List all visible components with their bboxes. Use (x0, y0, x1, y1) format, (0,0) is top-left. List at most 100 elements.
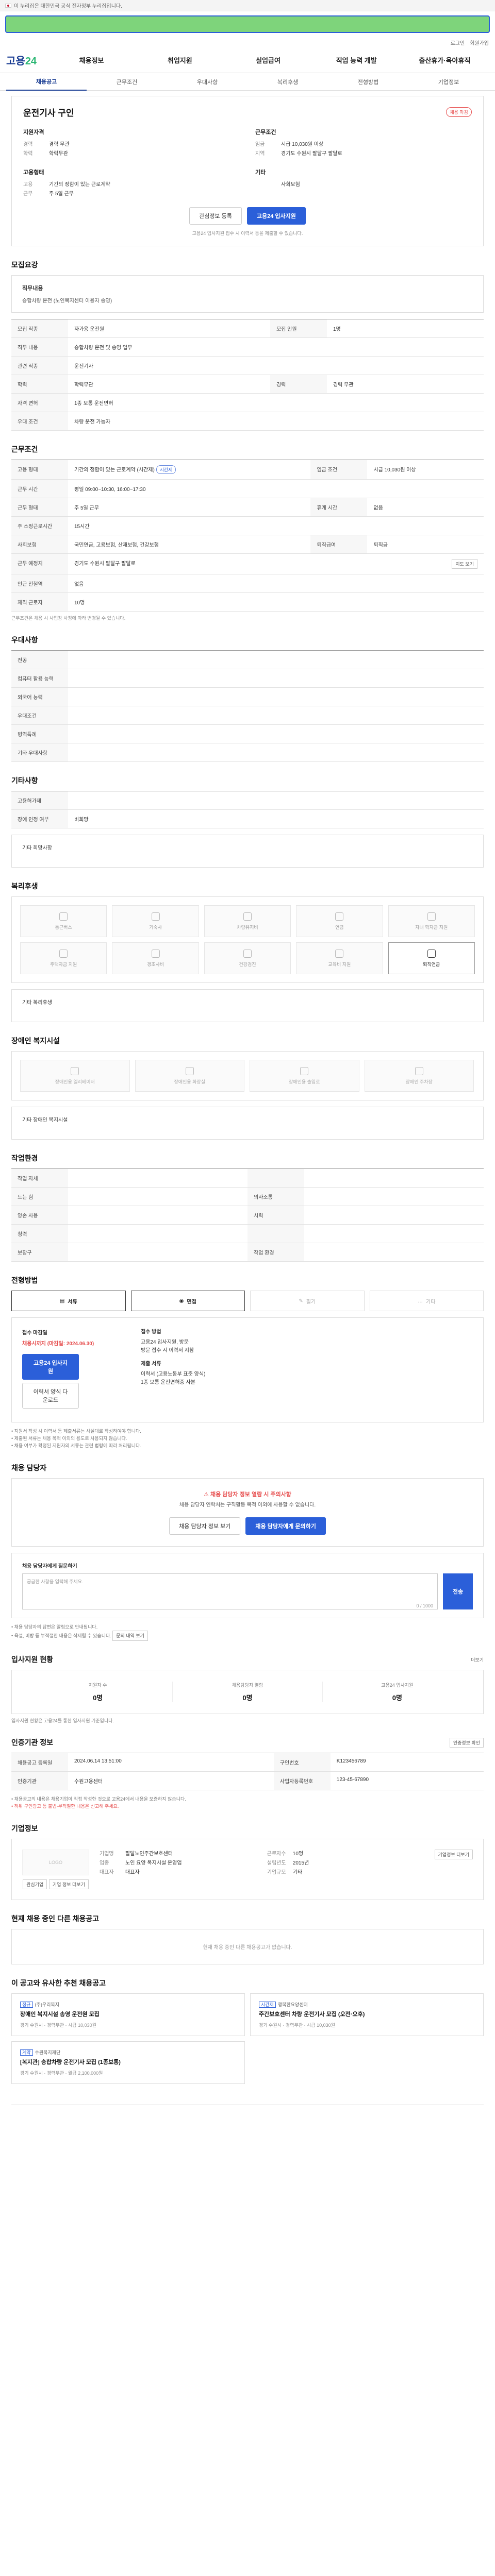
rec-tag: 계약 (20, 2049, 33, 2056)
kv-value: 주 5일 근무 (49, 191, 74, 197)
row-value: 123-45-67890 (330, 1771, 484, 1790)
rec-card[interactable]: 정규 (주)우리복지 장애인 복지시설 송영 운전원 모집 경기 수원시 · 경력… (11, 1993, 245, 2036)
tab-selection[interactable]: 전형방법 (328, 78, 408, 86)
rec-company: 계약 수원복지재단 (20, 2049, 236, 2056)
stat-label: 채용담당자 열람 (232, 1683, 263, 1688)
table-row: 고용 형태 기간의 정함이 있는 근로계약 (시간제) 시간제 임금 조건 시급 10… (11, 460, 484, 480)
row-value: 2024.06.14 13:51:00 (68, 1753, 274, 1772)
login-link[interactable]: 로그인 (451, 39, 465, 46)
gnb-leave[interactable]: 출산휴가·육아휴직 (401, 55, 489, 65)
row-key: 장애 인정 여부 (11, 809, 68, 828)
inquiry-placeholder: 궁금한 사항을 입력해 주세요. (27, 1579, 84, 1584)
company-detail-button[interactable]: 기업정보 더보기 (434, 1850, 473, 1859)
tab-welfare[interactable]: 복리후생 (248, 78, 328, 86)
contact-box: ⚠ 채용 담당자 정보 열람 시 주의사항 채용 담당자 연락처는 구직활동 목… (11, 1478, 484, 1547)
kv-key: 학력 (23, 151, 33, 157)
company-logo: LOGO (22, 1850, 89, 1875)
tab-conditions[interactable]: 근무조건 (87, 78, 167, 86)
row-key: 고용 형태 (11, 460, 68, 480)
company-more-button[interactable]: 기업 정보 더보기 (48, 1879, 89, 1889)
resume-download-button[interactable]: 이력서 양식 다운로드 (22, 1383, 79, 1409)
row-value (304, 1224, 484, 1243)
duties-box: 직무내용 승합차량 운전 (노인복지센터 이용자 송영) (11, 275, 484, 313)
car-icon (243, 912, 252, 921)
ramp-icon (300, 1066, 309, 1075)
cert-check-button[interactable]: 인증정보 확인 (449, 1737, 484, 1748)
etc-icon: … (418, 1298, 423, 1304)
table-row: 직무 내용 승합차량 운전 및 송영 업무 (11, 337, 484, 357)
kv-key: 기업명 (100, 1851, 114, 1857)
row-key: 임금 조건 (310, 460, 368, 480)
site-logo[interactable]: 고용24 (6, 53, 47, 67)
gnb-unemployment[interactable]: 실업급여 (224, 55, 312, 65)
tab-company[interactable]: 기업정보 (408, 78, 489, 86)
signup-link[interactable]: 회원가입 (470, 39, 489, 46)
kv-key: 대표자 (100, 1870, 114, 1875)
contact-view-button[interactable]: 채용 담당자 정보 보기 (169, 1517, 241, 1535)
disabled-grid: 장애인용 엘리베이터 장애인용 화장실 장애인용 출입로 장애인 주차장 (11, 1051, 484, 1100)
gnb-jobs[interactable]: 채용정보 (47, 55, 136, 65)
rec-meta: 경기 수원시 · 경력무관 · 시급 10,030원 (259, 2023, 335, 2028)
table-row: 장애 인정 여부 비희망 (11, 809, 484, 828)
rec-tag: 정규 (20, 2002, 33, 2008)
tab-preferences[interactable]: 우대사항 (167, 78, 248, 86)
table-row: 모집 직종 자가용 운전원 모집 인원 1명 (11, 319, 484, 338)
welfare-title: 복리후생 (11, 882, 38, 890)
disabled-item: 장애인용 엘리베이터 (20, 1060, 130, 1092)
stats-box: 지원자 수 0명 채용담당자 열람 0명 고용24 입사지원 0명 (11, 1670, 484, 1714)
row-key: 청력 (11, 1224, 68, 1243)
kv-value: 팔달노인주간보호센터 (125, 1851, 173, 1857)
other-table: 고용허가제 장애 인정 여부 비희망 (11, 791, 484, 828)
row-key: 병역특례 (11, 724, 68, 743)
tab-posting[interactable]: 채용공고 (6, 77, 87, 91)
row-value: 평일 09:00~10:30, 16:00~17:30 (68, 479, 484, 498)
duties-title: 모집요강 (11, 261, 38, 269)
meta-table: 채용공고 등록일 2024.06.14 13:51:00 구인번호 K12345678… (11, 1753, 484, 1790)
job-summary-card: 운전기사 구인 채용 마감 지원자격 경력 경력 무관 학력 학력무관 근무조건 임… (11, 96, 484, 246)
bullet: • 채용공고의 내용은 채용기업이 직접 작성한 것으로 고용24에서 내용을 … (11, 1797, 186, 1802)
gov-banner: 이 누리집은 대한민국 공식 전자정부 누리집입니다. (0, 0, 495, 11)
stat-number: 0명 (93, 1694, 103, 1702)
kv-key: 고용 (23, 182, 33, 188)
welfare-item-active: 퇴직연금 (388, 942, 475, 974)
stats-more-link[interactable]: 더보기 (471, 1656, 484, 1663)
rec-card[interactable]: 시간제 행복한요양센터 주간보호센터 차량 운전기사 모집 (오전·오후) 경기 … (250, 1993, 484, 2036)
row-value (304, 1243, 484, 1262)
rec-job-title: 장애인 복지시설 송영 운전원 모집 (20, 2011, 100, 2018)
row-key: 사회보험 (11, 535, 68, 554)
gnb-support[interactable]: 취업지원 (136, 55, 224, 65)
rec-meta: 경기 수원시 · 경력무관 · 시급 10,030원 (20, 2023, 96, 2028)
rec-card[interactable]: 계약 수원복지재단 [복지관] 승합차량 운전기사 모집 (1종보통) 경기 수원… (11, 2041, 245, 2084)
row-value (68, 687, 484, 706)
health-icon (243, 949, 252, 958)
inquiry-textarea[interactable]: 궁금한 사항을 입력해 주세요. 0 / 1000 (22, 1573, 438, 1609)
welfare-item: 통근버스 (20, 905, 107, 937)
send-button[interactable]: 전송 (443, 1573, 473, 1609)
welfare-label: 교육비 지원 (328, 961, 351, 967)
map-button[interactable]: 지도 보기 (452, 559, 477, 569)
contact-ask-button[interactable]: 채용 담당자에게 문의하기 (245, 1517, 326, 1535)
method-document: ▤ 서류 (11, 1291, 126, 1311)
welfare-label: 통근버스 (55, 924, 72, 930)
search-input[interactable] (5, 15, 490, 33)
bullet-text: 채용 담당자의 답변은 알림으로 안내됩니다. (14, 1624, 98, 1630)
gnb-training[interactable]: 직업 능력 개발 (312, 55, 401, 65)
table-row: 사회보험 국민연금, 고용보험, 산재보험, 건강보험 퇴직급여 퇴직금 (11, 535, 484, 554)
kv-value: 대표자 (125, 1870, 140, 1875)
apply-button-2[interactable]: 고용24 입사지원 (22, 1354, 79, 1380)
apply-button[interactable]: 고용24 입사지원 (246, 207, 306, 225)
table-row: 드는 힘 의사소통 (11, 1187, 484, 1206)
welfare-item: 자녀 학자금 지원 (388, 905, 475, 937)
apply-method-head: 접수 방법 (141, 1329, 161, 1335)
table-row: 우대조건 (11, 706, 484, 725)
row-key: 모집 직종 (11, 319, 68, 338)
table-row: 자격 면허 1종 보통 운전면허 (11, 393, 484, 412)
inquiry-history-button[interactable]: 문의 내역 보기 (112, 1631, 148, 1641)
inquiry-box: 채용 담당자에게 질문하기 궁금한 사항을 입력해 주세요. 0 / 1000 전… (11, 1553, 484, 1618)
work-title: 근무조건 (11, 445, 38, 453)
favorite-company-button[interactable]: 관심기업 (23, 1879, 47, 1889)
kv-value: 경력 무관 (49, 142, 70, 147)
method-label: 면접 (187, 1299, 196, 1305)
section-tabs: 채용공고 근무조건 우대사항 복리후생 전형방법 기업정보 (0, 73, 495, 91)
bookmark-button[interactable]: 관심정보 등록 (189, 207, 242, 225)
